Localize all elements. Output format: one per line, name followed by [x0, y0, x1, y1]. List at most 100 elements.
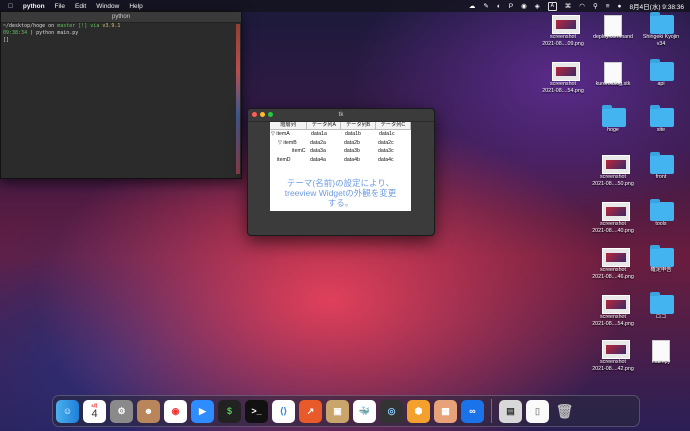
desktop-icon-shot[interactable]: screenshot 2021-08....09.png — [535, 15, 591, 47]
image-file-icon — [602, 202, 630, 221]
folder-icon — [650, 199, 674, 221]
terminal-window[interactable]: python ~/desktop/hoge on master [!] via … — [0, 11, 242, 179]
desktop-icon-label: 2021-08....42.png — [592, 365, 634, 372]
dock: ☺ 8月 4 ⚙ ☻ ◉ ▶ $ >_ ⟨⟩ ↗ ▣ 🐳 ◎ ⬢ ▦ ∞ ▤ ▯… — [52, 395, 640, 427]
status-icon-3[interactable]: ◐ — [497, 3, 501, 10]
document-file-icon — [602, 15, 624, 37]
folder-icon — [602, 105, 626, 127]
image-file-icon — [602, 155, 630, 174]
desktop-icon-folder[interactable]: ロゴ — [633, 292, 689, 321]
tk-title: tk — [338, 112, 344, 118]
desktop-icon-label: 2021-08....50.png — [592, 180, 634, 187]
overlay-message: テーマ(名前)の設定により、 treeview Widgetの外観を変更 する。 — [284, 178, 397, 208]
desktop-icon-folder[interactable]: api — [633, 59, 689, 88]
terminal-line-3: [] — [3, 37, 10, 43]
menu-edit[interactable]: Edit — [75, 3, 86, 10]
photo-app-icon[interactable]: ▦ — [434, 399, 457, 423]
infinity-icon[interactable]: ∞ — [461, 399, 484, 423]
treeview-header: 階層列 データ列A データ列B データ列C — [270, 122, 411, 130]
folder-icon — [650, 59, 674, 81]
image-file-icon — [602, 248, 630, 267]
terminal-scrollbar[interactable] — [236, 24, 240, 174]
terminal-title: python — [1, 12, 241, 23]
wifi-icon[interactable]: ◠ — [579, 2, 585, 10]
vscode-icon[interactable]: ⟨⟩ — [272, 399, 295, 423]
minimize-icon[interactable] — [260, 112, 265, 117]
dock-separator — [491, 399, 492, 423]
git-client-icon[interactable]: ↗ — [299, 399, 322, 423]
column-header[interactable]: データ列B — [341, 122, 376, 129]
desktop-icon-doc[interactable]: main.py — [633, 340, 689, 366]
status-icon-2[interactable]: ✎ — [483, 2, 488, 10]
desktop-icon-folder[interactable]: tools — [633, 199, 689, 228]
terminal-line-2: 09:38:34 ) python main.py — [3, 30, 79, 36]
desktop-icon-label: api — [657, 81, 665, 87]
menu-help[interactable]: Help — [129, 3, 142, 10]
menu-app-name[interactable]: python — [23, 3, 45, 10]
desktop-icon-label: front — [655, 174, 667, 180]
calendar-icon[interactable]: 8月 4 — [83, 399, 106, 423]
zoom-icon[interactable] — [268, 112, 273, 117]
terminal-app-icon-2[interactable]: >_ — [245, 399, 268, 423]
column-header[interactable]: データ列C — [376, 122, 411, 129]
image-file-icon — [602, 340, 630, 359]
close-icon[interactable] — [252, 112, 257, 117]
desktop-icon-label: 2021-08....46.png — [592, 273, 634, 280]
preview-icon[interactable]: ▤ — [499, 399, 522, 423]
chrome-icon[interactable]: ◉ — [164, 399, 187, 423]
image-file-icon — [552, 62, 580, 81]
treeview[interactable]: 階層列 データ列A データ列B データ列C ▽ itemA data1a dat… — [270, 122, 411, 211]
folder-icon — [650, 292, 674, 314]
desktop-icon-folder[interactable]: 確定申告 — [633, 245, 689, 274]
image-file-icon — [552, 15, 580, 34]
docker-icon[interactable]: 🐳 — [353, 399, 376, 423]
terminal-line-1: ~/desktop/hoge on master [!] via v3.9.1 — [3, 23, 121, 29]
column-header[interactable]: データ列A — [307, 122, 342, 129]
desktop-icon-shot[interactable]: screenshot 2021-08....54.png — [535, 62, 591, 94]
tree-row[interactable]: itemC data3a data3b data3c — [270, 147, 411, 156]
desktop-icon-label: 2021-08....54.png — [542, 87, 584, 94]
desktop-icon-folder[interactable]: front — [633, 152, 689, 181]
tree-row[interactable]: ▽ itemB data2a data2b data2c — [270, 139, 411, 148]
column-header[interactable]: 階層列 — [270, 122, 308, 129]
tree-row[interactable]: ▽ itemA data1a data1b data1c — [270, 130, 411, 139]
document-file-icon — [650, 340, 672, 362]
desktop-icon-label: 確定申告 — [650, 267, 672, 273]
clock[interactable]: 8月4日(水) 9:38:36 — [629, 1, 684, 11]
trash-icon[interactable]: 🗑 — [553, 400, 576, 423]
desktop-icon-folder[interactable]: Shingeki Kyojin v34 — [633, 12, 689, 47]
tree-row[interactable]: itemD data4a data4b data4c — [270, 156, 411, 165]
status-icon-4[interactable]: ◉ — [521, 2, 527, 10]
apple-icon[interactable]:  — [8, 3, 13, 10]
zoom-app-icon[interactable]: ▶ — [191, 399, 214, 423]
status-icon-6[interactable]: ⌘ — [565, 2, 572, 10]
desktop-icon-label: ロゴ — [655, 314, 667, 320]
package-icon[interactable]: ▣ — [326, 399, 349, 423]
desktop-icon-folder[interactable]: site — [633, 105, 689, 134]
desktop-icon-label: v34 — [656, 40, 666, 47]
document-icon[interactable]: ▯ — [526, 399, 549, 423]
desktop-icon-label: main.py — [651, 359, 671, 365]
image-file-icon — [602, 295, 630, 314]
contacts-icon[interactable]: ☻ — [137, 399, 160, 423]
folder-icon — [650, 152, 674, 174]
siri-icon[interactable]: ● — [618, 3, 622, 10]
document-file-icon — [602, 62, 624, 84]
system-preferences-icon[interactable]: ⚙ — [110, 399, 133, 423]
search-icon[interactable]: ⚲ — [593, 2, 598, 10]
desktop-icon-label: 2021-08....54.png — [592, 320, 634, 327]
tk-window[interactable]: tk 階層列 データ列A データ列B データ列C ▽ itemA data1a … — [247, 108, 435, 236]
tk-titlebar[interactable]: tk — [248, 109, 434, 122]
status-icon-5[interactable]: ◈ — [535, 2, 540, 10]
paypal-icon[interactable]: P — [509, 3, 513, 10]
menu-file[interactable]: File — [55, 3, 65, 10]
input-icon[interactable]: A — [547, 1, 557, 11]
terminal-app-icon[interactable]: $ — [218, 399, 241, 423]
desktop-icon-label: tools — [655, 221, 667, 227]
menu-window[interactable]: Window — [96, 3, 119, 10]
finder-icon[interactable]: ☺ — [56, 399, 79, 423]
control-center-icon[interactable]: ≡ — [606, 3, 610, 10]
status-icon-1[interactable]: ☁ — [469, 2, 476, 10]
sourcetree-icon[interactable]: ⬢ — [407, 399, 430, 423]
quicktime-icon[interactable]: ◎ — [380, 399, 403, 423]
